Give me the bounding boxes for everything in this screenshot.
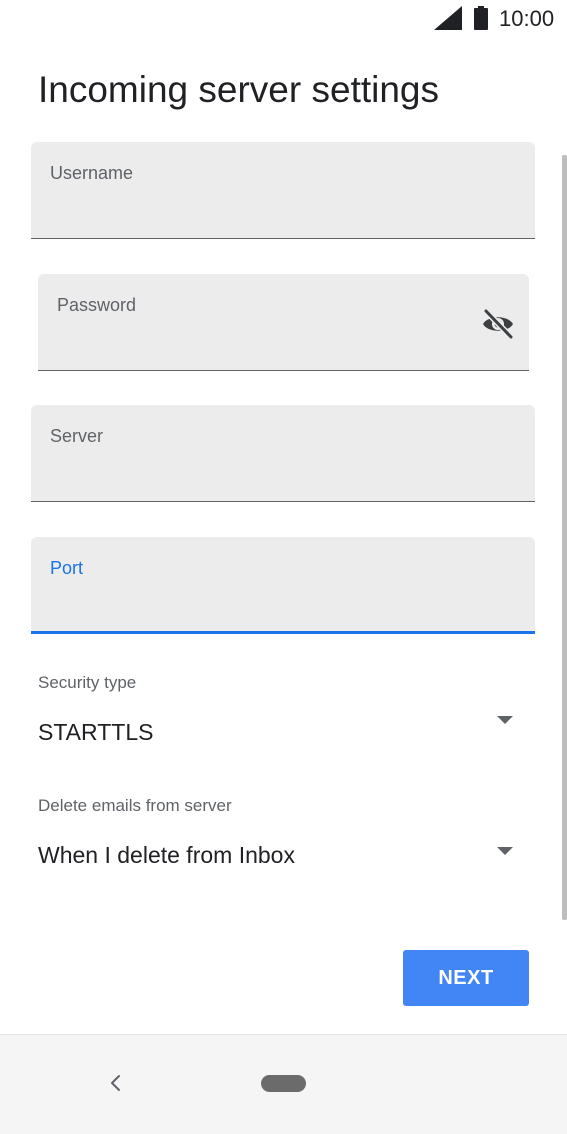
password-input[interactable] — [57, 326, 469, 352]
home-pill[interactable] — [261, 1075, 306, 1092]
password-field[interactable]: Password — [38, 274, 529, 371]
password-label: Password — [57, 295, 137, 315]
security-type-value: STARTTLS — [38, 719, 154, 745]
visibility-off-icon[interactable] — [481, 307, 515, 341]
scrollbar[interactable] — [562, 155, 567, 920]
back-icon[interactable] — [104, 1071, 128, 1095]
security-type-dropdown[interactable]: STARTTLS — [31, 710, 535, 754]
screen: 10:00 Incoming server settings Username … — [0, 0, 567, 1134]
username-label: Username — [50, 163, 134, 183]
server-label: Server — [50, 426, 104, 446]
navigation-bar — [0, 1035, 567, 1134]
port-field[interactable]: Port — [31, 537, 535, 634]
username-field[interactable]: Username — [31, 142, 535, 239]
delete-emails-label: Delete emails from server — [38, 796, 232, 815]
battery-icon — [474, 6, 488, 30]
next-button[interactable]: NEXT — [403, 950, 529, 1006]
status-bar: 10:00 — [0, 0, 567, 40]
dropdown-arrow-icon — [497, 716, 513, 724]
clock: 10:00 — [499, 6, 555, 31]
signal-icon — [434, 6, 462, 30]
delete-emails-value: When I delete from Inbox — [38, 842, 295, 868]
server-field[interactable]: Server — [31, 405, 535, 502]
delete-emails-dropdown[interactable]: When I delete from Inbox — [31, 833, 535, 877]
port-input[interactable] — [50, 589, 475, 615]
port-label: Port — [50, 558, 84, 578]
dropdown-arrow-icon — [497, 847, 513, 855]
username-input[interactable] — [50, 194, 475, 220]
page-title: Incoming server settings — [38, 69, 440, 110]
security-type-label: Security type — [38, 673, 137, 692]
server-input[interactable] — [50, 457, 475, 483]
